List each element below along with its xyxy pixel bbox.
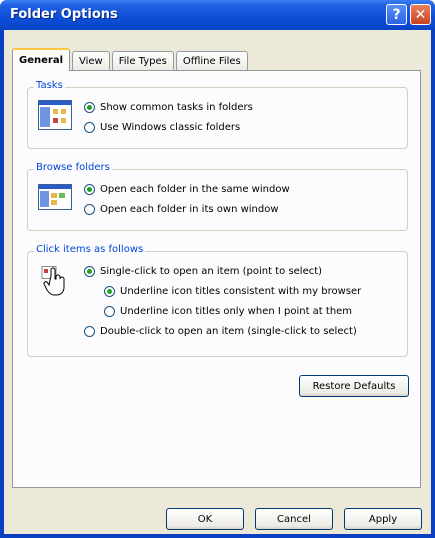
tab-general[interactable]: General (12, 48, 70, 71)
underline-consistent-label: Underline icon titles consistent with my… (120, 286, 362, 297)
tab-strip: General View File Types Offline Files (12, 48, 250, 71)
single-click-label: Single-click to open an item (point to s… (100, 266, 323, 277)
tab-view[interactable]: View (72, 51, 110, 70)
tab-file-types-label: File Types (118, 55, 167, 67)
browse-folders-group-label: Browse folders (34, 162, 112, 173)
dialog-client-area: General View File Types Offline Files Ta… (4, 30, 431, 534)
underline-consistent-option[interactable]: Underline icon titles consistent with my… (104, 286, 361, 297)
same-window-radio[interactable] (84, 184, 95, 195)
general-tab-panel: Tasks Show common tasks in folders Use W… (12, 70, 421, 488)
restore-defaults-button[interactable]: Restore Defaults (299, 375, 409, 397)
same-window-label: Open each folder in the same window (100, 184, 290, 195)
click-items-group: Click items as follows Single-click to o… (27, 244, 408, 357)
tasks-group: Tasks Show common tasks in folders Use W… (27, 80, 408, 149)
classic-folders-radio[interactable] (84, 122, 95, 133)
classic-folders-option[interactable]: Use Windows classic folders (84, 122, 240, 133)
double-click-option[interactable]: Double-click to open an item (single-cli… (84, 326, 357, 337)
help-button[interactable]: ? (386, 4, 407, 25)
tab-offline-files-label: Offline Files (182, 55, 241, 67)
own-window-option[interactable]: Open each folder in its own window (84, 204, 279, 215)
double-click-label: Double-click to open an item (single-cli… (100, 326, 357, 337)
browse-folders-icon (38, 184, 72, 210)
double-click-radio[interactable] (84, 326, 95, 337)
cancel-button[interactable]: Cancel (255, 508, 333, 530)
tab-view-label: View (79, 55, 103, 67)
tab-offline-files[interactable]: Offline Files (175, 51, 248, 70)
underline-on-point-label: Underline icon titles only when I point … (120, 306, 353, 317)
tasks-group-label: Tasks (34, 80, 65, 91)
folder-options-window: Folder Options ? ✕ General View File Typ… (0, 0, 435, 538)
same-window-option[interactable]: Open each folder in the same window (84, 184, 290, 195)
help-icon: ? (392, 6, 401, 23)
classic-folders-label: Use Windows classic folders (100, 122, 241, 133)
browse-folders-group: Browse folders Open each folder in the s… (27, 162, 408, 231)
pointing-hand-icon (41, 266, 65, 296)
window-title: Folder Options (10, 7, 118, 22)
tasks-folder-icon (38, 100, 72, 130)
apply-button[interactable]: Apply (344, 508, 422, 530)
underline-on-point-option[interactable]: Underline icon titles only when I point … (104, 306, 352, 317)
tab-file-types[interactable]: File Types (111, 51, 174, 70)
ok-button[interactable]: OK (166, 508, 244, 530)
single-click-radio[interactable] (84, 266, 95, 277)
show-common-tasks-radio[interactable] (84, 102, 95, 113)
title-bar[interactable]: Folder Options ? ✕ (0, 0, 435, 30)
click-items-group-label: Click items as follows (34, 244, 146, 255)
single-click-option[interactable]: Single-click to open an item (point to s… (84, 266, 322, 277)
own-window-radio[interactable] (84, 204, 95, 215)
underline-on-point-radio[interactable] (104, 306, 115, 317)
tab-general-label: General (19, 55, 63, 66)
close-icon: ✕ (414, 6, 427, 23)
show-common-tasks-option[interactable]: Show common tasks in folders (84, 102, 253, 113)
show-common-tasks-label: Show common tasks in folders (100, 102, 253, 113)
close-button[interactable]: ✕ (410, 4, 431, 25)
own-window-label: Open each folder in its own window (100, 204, 279, 215)
underline-consistent-radio[interactable] (104, 286, 115, 297)
